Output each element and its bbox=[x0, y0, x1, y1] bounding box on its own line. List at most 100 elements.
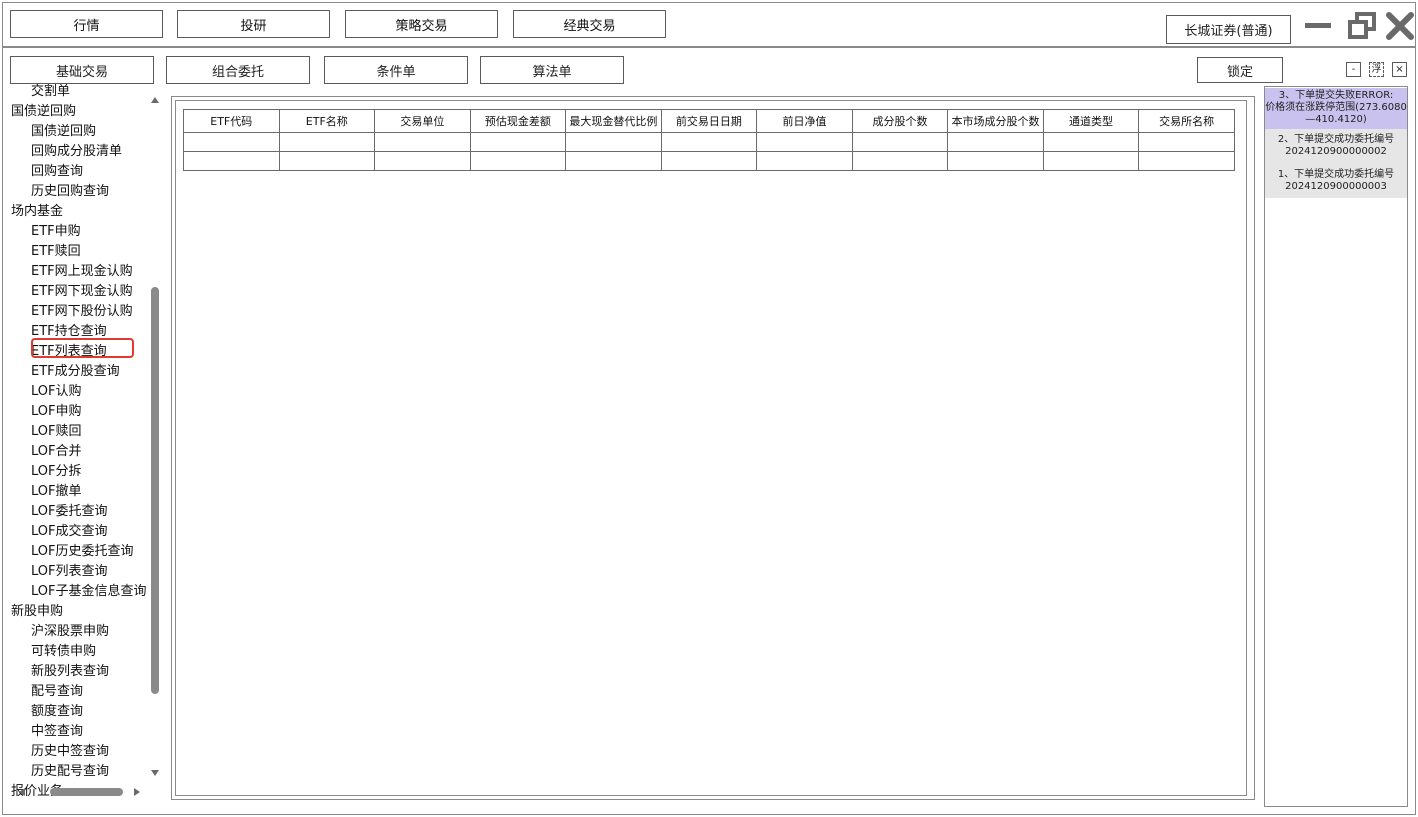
sidebar-item[interactable]: 可转债申购 bbox=[31, 640, 96, 659]
sidebar-item[interactable]: 额度查询 bbox=[31, 700, 83, 719]
sidebar-item[interactable]: 历史回购查询 bbox=[31, 180, 109, 199]
minimize-icon[interactable] bbox=[1302, 10, 1334, 42]
lock-button[interactable]: 锁定 bbox=[1197, 57, 1283, 83]
table-row[interactable] bbox=[183, 132, 1235, 152]
table-cell bbox=[660, 151, 758, 171]
message-line: 1、下单提交成功委托编号 bbox=[1277, 169, 1395, 180]
table-row[interactable] bbox=[183, 151, 1235, 171]
sidebar-item[interactable]: 历史中签查询 bbox=[31, 740, 109, 759]
table-cell bbox=[660, 132, 758, 152]
message-info[interactable]: 2、下单提交成功委托编号 2024120900000002 bbox=[1265, 134, 1407, 158]
top-nav-strategy-trade[interactable]: 策略交易 bbox=[345, 10, 498, 38]
column-header[interactable]: 前交易日日期 bbox=[660, 109, 758, 133]
column-header[interactable]: 最大现金替代比例 bbox=[565, 109, 662, 133]
sidebar-item[interactable]: LOF历史委托查询 bbox=[31, 540, 134, 559]
column-header[interactable]: 交易单位 bbox=[374, 109, 471, 133]
table-cell bbox=[947, 132, 1044, 152]
message-line: 2、下单提交成功委托编号 bbox=[1277, 134, 1395, 145]
table-cell bbox=[1042, 132, 1140, 152]
table-header-row: ETF代码 ETF名称 交易单位 预估现金差额 最大现金替代比例 前交易日日期 前日净值 成分… bbox=[183, 109, 1235, 133]
column-header[interactable]: 通道类型 bbox=[1042, 109, 1140, 133]
message-error[interactable]: 3、下单提交失败ERROR: 价格须在涨跌停范围(273.6080 —410.4… bbox=[1265, 88, 1407, 129]
sidebar-item[interactable]: LOF认购 bbox=[31, 380, 82, 399]
sidebar-group[interactable]: 国债逆回购 bbox=[11, 100, 76, 119]
sidebar-item[interactable]: LOF成交查询 bbox=[31, 520, 108, 539]
table-cell bbox=[278, 151, 376, 171]
scroll-up-icon[interactable] bbox=[150, 95, 160, 105]
top-nav-classic-trade[interactable]: 经典交易 bbox=[513, 10, 666, 38]
table-cell bbox=[278, 132, 376, 152]
table-cell bbox=[374, 151, 471, 171]
panel-minimize-button[interactable]: - bbox=[1346, 62, 1361, 77]
sidebar-group[interactable]: 新股申购 bbox=[11, 600, 63, 619]
tab-conditional-order[interactable]: 条件单 bbox=[324, 56, 468, 84]
sidebar-item[interactable]: LOF分拆 bbox=[31, 460, 82, 479]
table-cell bbox=[469, 132, 567, 152]
sidebar-item[interactable]: LOF赎回 bbox=[31, 420, 82, 439]
sidebar-item-partial-top[interactable]: 交割单 bbox=[31, 84, 70, 99]
tab-algo-order[interactable]: 算法单 bbox=[480, 56, 624, 84]
panel-close-button[interactable]: × bbox=[1392, 62, 1407, 77]
restore-icon[interactable] bbox=[1346, 10, 1378, 42]
sidebar-item[interactable]: 国债逆回购 bbox=[31, 120, 96, 139]
sidebar-item[interactable]: LOF合并 bbox=[31, 440, 82, 459]
close-icon[interactable] bbox=[1384, 10, 1416, 42]
table-cell bbox=[1042, 151, 1140, 171]
sidebar-item[interactable]: LOF委托查询 bbox=[31, 500, 108, 519]
message-info[interactable]: 1、下单提交成功委托编号 2024120900000003 bbox=[1265, 169, 1407, 193]
sidebar-item[interactable]: 回购成分股清单 bbox=[31, 140, 122, 159]
table-cell bbox=[851, 151, 949, 171]
column-header[interactable]: 成分股个数 bbox=[851, 109, 949, 133]
sidebar-item[interactable]: LOF撤单 bbox=[31, 480, 82, 499]
tab-basic-trade[interactable]: 基础交易 bbox=[10, 56, 154, 84]
table-cell bbox=[1138, 132, 1235, 152]
top-nav-market[interactable]: 行情 bbox=[10, 10, 163, 38]
sidebar-item[interactable]: 新股列表查询 bbox=[31, 660, 109, 679]
column-header[interactable]: 前日净值 bbox=[756, 109, 853, 133]
message-line: 2024120900000002 bbox=[1285, 146, 1387, 157]
broker-account-button[interactable]: 长城证券(普通) bbox=[1166, 15, 1291, 44]
selected-item-highlight bbox=[31, 338, 134, 358]
column-header[interactable]: ETF代码 bbox=[183, 109, 280, 133]
scroll-down-icon[interactable] bbox=[150, 768, 160, 778]
table-cell bbox=[565, 132, 662, 152]
table-cell bbox=[947, 151, 1044, 171]
message-line: 2024120900000003 bbox=[1285, 181, 1387, 192]
horizontal-scrollbar-thumb[interactable] bbox=[50, 788, 123, 796]
sidebar-item[interactable]: 配号查询 bbox=[31, 680, 83, 699]
sidebar-item[interactable]: ETF成分股查询 bbox=[31, 360, 120, 379]
sidebar-item[interactable]: 沪深股票申购 bbox=[31, 620, 109, 639]
sidebar-item[interactable]: LOF子基金信息查询 bbox=[31, 580, 147, 599]
table-cell bbox=[851, 132, 949, 152]
message-line: 价格须在涨跌停范围(273.6080 bbox=[1265, 102, 1407, 113]
panel-float-button[interactable]: 浮 bbox=[1369, 62, 1384, 77]
sidebar-item[interactable]: 中签查询 bbox=[31, 720, 83, 739]
table-cell bbox=[565, 151, 662, 171]
top-nav-research[interactable]: 投研 bbox=[177, 10, 330, 38]
sidebar-item[interactable]: ETF申购 bbox=[31, 220, 81, 239]
column-header[interactable]: 本市场成分股个数 bbox=[947, 109, 1044, 133]
sidebar-item[interactable]: LOF列表查询 bbox=[31, 560, 108, 579]
etf-list-table: ETF代码 ETF名称 交易单位 预估现金差额 最大现金替代比例 前交易日日期 前日净值 成分… bbox=[183, 109, 1235, 171]
sidebar-item[interactable]: ETF赎回 bbox=[31, 240, 81, 259]
sidebar-group[interactable]: 场内基金 bbox=[11, 200, 63, 219]
sidebar-item[interactable]: ETF网上现金认购 bbox=[31, 260, 133, 279]
column-header[interactable]: 交易所名称 bbox=[1138, 109, 1235, 133]
sidebar-item[interactable]: LOF申购 bbox=[31, 400, 82, 419]
scroll-left-icon[interactable] bbox=[17, 787, 27, 797]
message-line: 3、下单提交失败ERROR: bbox=[1278, 90, 1394, 101]
column-header[interactable]: 预估现金差额 bbox=[469, 109, 567, 133]
table-cell bbox=[183, 132, 280, 152]
sidebar-item[interactable]: 历史配号查询 bbox=[31, 760, 109, 779]
scroll-right-icon[interactable] bbox=[132, 787, 142, 797]
column-header[interactable]: ETF名称 bbox=[278, 109, 376, 133]
tab-portfolio-order[interactable]: 组合委托 bbox=[166, 56, 310, 84]
sidebar-item[interactable]: 回购查询 bbox=[31, 160, 83, 179]
sidebar-item[interactable]: ETF网下现金认购 bbox=[31, 280, 133, 299]
header-divider bbox=[2, 46, 1416, 48]
vertical-scrollbar-thumb[interactable] bbox=[151, 287, 159, 694]
sidebar-item[interactable]: ETF持仓查询 bbox=[31, 320, 107, 339]
sidebar-item[interactable]: ETF网下股份认购 bbox=[31, 300, 133, 319]
table-cell bbox=[469, 151, 567, 171]
table-cell bbox=[1138, 151, 1235, 171]
